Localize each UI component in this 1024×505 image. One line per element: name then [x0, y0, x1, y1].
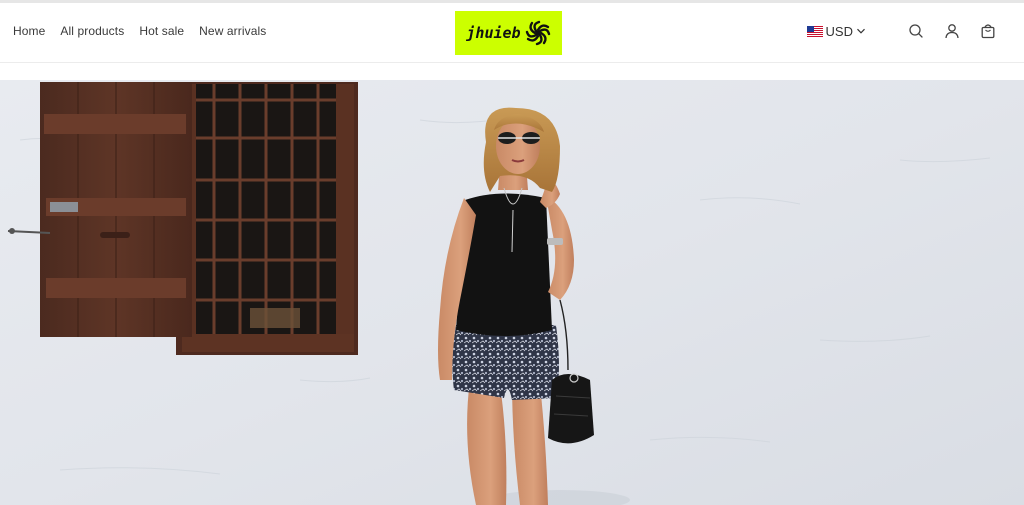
- nav-home-link[interactable]: Home: [13, 24, 45, 38]
- cart-icon: [981, 24, 995, 39]
- hero-banner-image: [0, 80, 1024, 505]
- nav-new-arrivals-link[interactable]: New arrivals: [199, 24, 266, 38]
- header-tools: USD: [806, 23, 996, 39]
- chevron-down-icon: [857, 28, 865, 34]
- account-icon: [945, 24, 959, 39]
- us-flag-icon: [806, 25, 823, 37]
- brand-logo[interactable]: jhuieb: [455, 11, 562, 55]
- account-button[interactable]: [944, 23, 960, 39]
- currency-selector[interactable]: USD: [806, 23, 866, 39]
- header-spacer: [0, 64, 1024, 80]
- nav-hot-sale-link[interactable]: Hot sale: [139, 24, 184, 38]
- cart-button[interactable]: [980, 23, 996, 39]
- search-button[interactable]: [908, 23, 924, 39]
- nav-all-products-link[interactable]: All products: [60, 24, 124, 38]
- swirl-logo-icon: [525, 20, 550, 46]
- currency-label: USD: [825, 23, 853, 39]
- site-header: Home All products Hot sale New arrivals …: [0, 3, 1024, 63]
- logo-text: jhuieb: [466, 24, 521, 42]
- hero-banner[interactable]: [0, 80, 1024, 505]
- search-icon: [909, 24, 923, 38]
- main-nav: Home All products Hot sale New arrivals: [13, 24, 266, 38]
